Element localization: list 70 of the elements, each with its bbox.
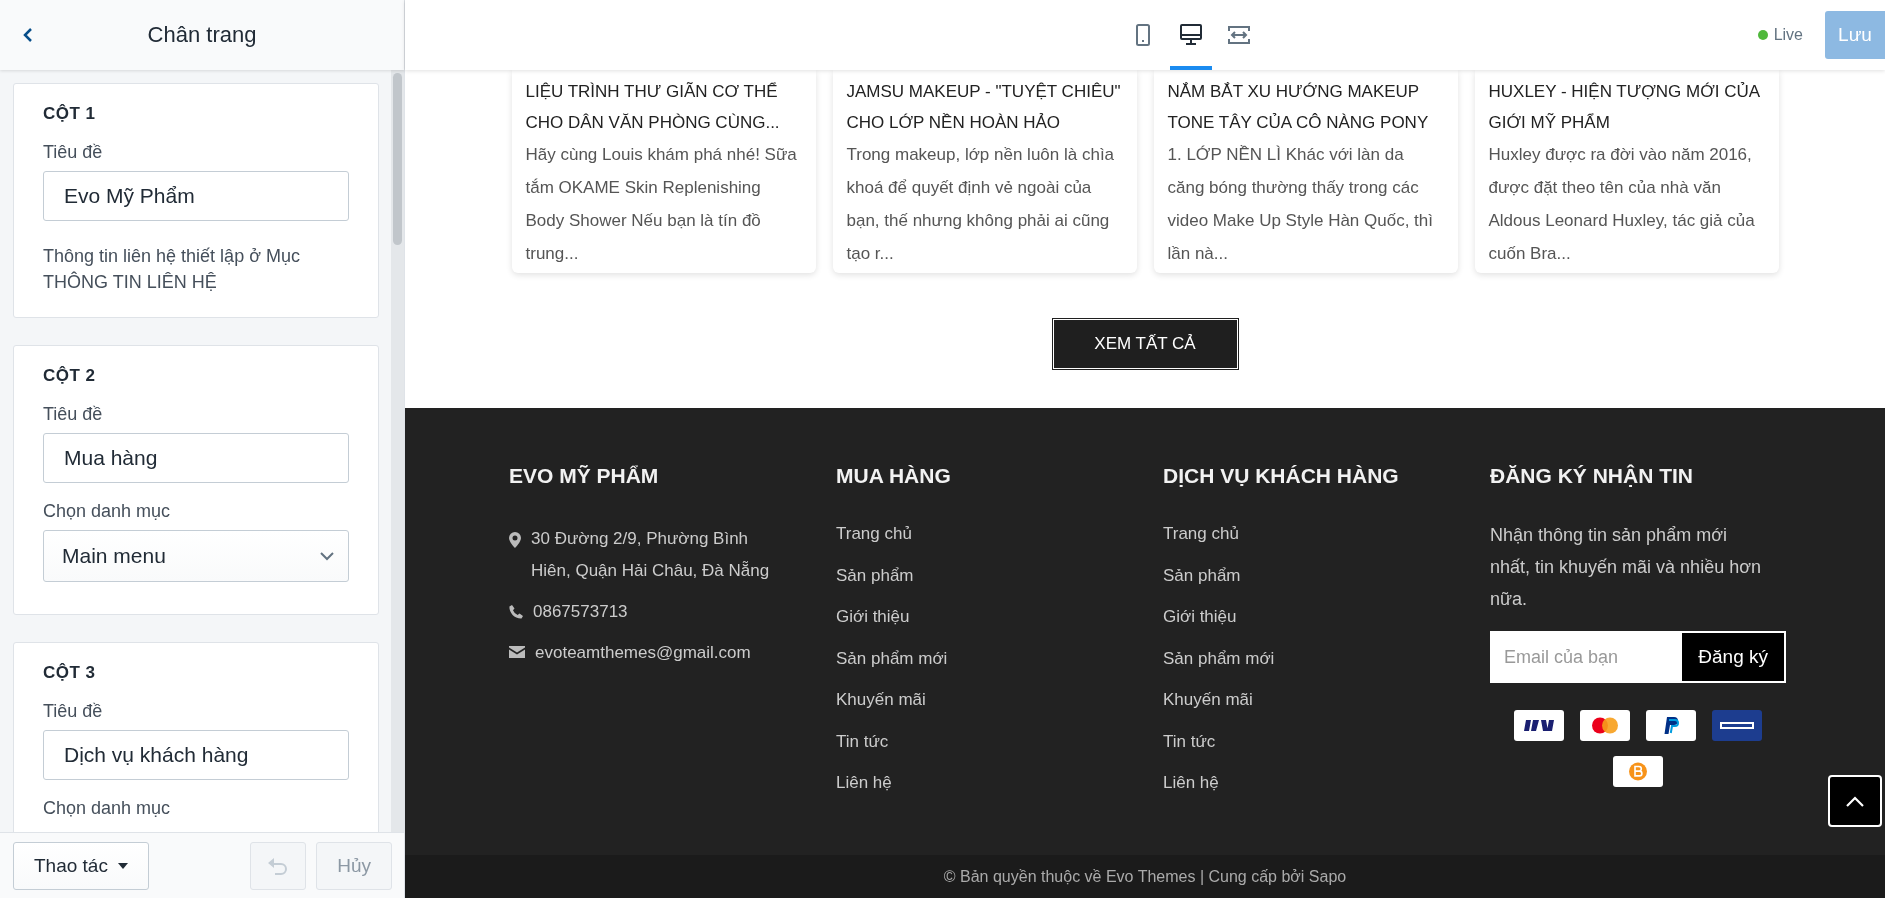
article-card[interactable]: JAMSU MAKEUP - "TUYỆT CHIÊU" CHO LỚP NỀN HOÀN HẢO Trong makeup, lớp nền luôn là chìa khoá để quyết định vẻ ngoài của bạn, thế nhưng không phải ai cũng tạo r... — [832, 70, 1137, 273]
footer-link[interactable]: Sản phẩm mới — [1163, 647, 1275, 670]
footer-link[interactable]: Liên hệ — [1163, 772, 1219, 794]
contact-text: evoteamthemes@gmail.com — [535, 642, 751, 664]
field-label: Chọn danh mục — [43, 501, 172, 522]
desktop-icon — [1180, 24, 1203, 46]
title-input[interactable]: Evo Mỹ Phẩm — [43, 171, 349, 221]
undo-icon — [267, 856, 290, 875]
title-input[interactable]: Dịch vụ khách hàng — [43, 730, 349, 780]
view-all-button[interactable]: XEM TẤT CẢ — [1052, 319, 1238, 369]
article-excerpt: Huxley được ra đời vào năm 2016, được đặt theo tên của nhà văn Aldous Leonard Huxley, tác giả của cuốn Bra... — [1488, 144, 1756, 265]
envelope-icon — [509, 646, 525, 658]
article-card[interactable]: HUXLEY - HIỆN TƯỢNG MỚI CỦA GIỚI MỸ PHẨM Huxley được ra đời vào năm 2016, được đặt theo tên của nhà văn Aldous Leonard Huxley, tác giả của cuốn Bra... — [1474, 70, 1779, 273]
footer-heading: EVO MỸ PHẨM — [509, 463, 660, 489]
card-heading: CỘT 1 — [43, 104, 97, 124]
visa-card-icon — [1514, 710, 1564, 741]
bitcoin-icon — [1613, 756, 1663, 787]
phone-icon — [509, 605, 523, 619]
panel-title: Chân trang — [146, 22, 258, 48]
article-title: HUXLEY - HIỆN TƯỢNG MỚI CỦA GIỚI MỸ PHẨM — [1488, 81, 1761, 134]
footer-link[interactable]: Giới thiệu — [836, 606, 910, 628]
footer-heading: DỊCH VỤ KHÁCH HÀNG — [1163, 463, 1400, 489]
article-title: JAMSU MAKEUP - "TUYỆT CHIÊU" CHO LỚP NỀN HOÀN HẢO — [846, 81, 1122, 134]
footer-link[interactable]: Trang chủ — [836, 523, 912, 545]
footer-link[interactable]: Trang chủ — [1163, 523, 1239, 545]
map-pin-icon — [509, 532, 521, 548]
card-heading: CỘT 3 — [43, 663, 97, 683]
footer-link[interactable]: Tin tức — [836, 730, 889, 753]
footer-heading: ĐĂNG KÝ NHẬN TIN — [1490, 463, 1694, 489]
chevron-up-icon — [1846, 795, 1864, 807]
article-card[interactable]: LIỆU TRÌNH THƯ GIÃN CƠ THỂ CHO DÂN VĂN PHÒNG CÙNG... Hãy cùng Louis khám phá nhé! Sữa tắm OKAME Skin Replenishing Body Shower Nếu bạn là tín đồ trung... — [511, 70, 816, 273]
amex-card-icon — [1712, 710, 1762, 741]
mobile-icon — [1136, 24, 1151, 46]
caret-icon — [117, 862, 128, 869]
article-excerpt: 1. LỚP NỀN LÌ Khác với làn da căng bóng thường thấy trong các video Make Up Style Hàn Quốc, thì lần nà... — [1167, 144, 1435, 265]
mastercard-icon — [1580, 710, 1630, 741]
footer-link[interactable]: Sản phẩm mới — [836, 647, 948, 670]
field-label: Tiêu đề — [43, 142, 104, 163]
actions-button[interactable]: Thao tác — [13, 841, 149, 890]
scroll-to-top-button[interactable] — [1828, 775, 1882, 827]
footer-link[interactable]: Giới thiệu — [1163, 606, 1237, 628]
chevron-down-icon — [320, 551, 334, 561]
article-excerpt: Hãy cùng Louis khám phá nhé! Sữa tắm OKAME Skin Replenishing Body Shower Nếu bạn là tín đồ trung... — [525, 144, 798, 265]
article-excerpt: Trong makeup, lớp nền luôn là chìa khoá để quyết định vẻ ngoài của bạn, thế nhưng không phải ai cũng tạo r... — [846, 144, 1116, 265]
article-title: NẮM BẮT XU HƯỚNG MAKEUP TONE TÂY CỦA CÔ NÀNG PONY — [1167, 81, 1430, 134]
footer-link[interactable]: Tin tức — [1163, 730, 1216, 753]
footer-link[interactable]: Sản phẩm — [1163, 564, 1241, 587]
contact-text: 0867573713 — [533, 601, 628, 623]
footer-link[interactable]: Khuyến mãi — [1163, 689, 1253, 711]
title-input[interactable]: Mua hàng — [43, 433, 349, 483]
footer-link[interactable]: Sản phẩm — [836, 564, 914, 587]
article-title: LIỆU TRÌNH THƯ GIÃN CƠ THỂ CHO DÂN VĂN PHÒNG CÙNG... — [525, 81, 781, 134]
menu-select[interactable]: Main menu — [43, 530, 349, 582]
help-text: Thông tin liên hệ thiết lập ở Mục THÔNG TIN LIÊN HỆ — [43, 245, 301, 294]
status-dot — [1757, 30, 1768, 40]
field-label: Tiêu đề — [43, 404, 104, 425]
newsletter-text: Nhận thông tin sản phẩm mới nhất, tin khuyến mãi và nhiều hơn nữa. — [1490, 524, 1762, 611]
status-text: Live — [1773, 26, 1803, 44]
contact-text: 30 Đường 2/9, Phường Bình Hiên, Quận Hải Châu, Đà Nẵng — [531, 528, 771, 582]
field-label: Tiêu đề — [43, 701, 104, 722]
footer-link[interactable]: Liên hệ — [836, 772, 892, 794]
footer-link[interactable]: Khuyến mãi — [836, 689, 926, 711]
footer-heading: MUA HÀNG — [836, 463, 952, 489]
copyright-text: © Bản quyền thuộc về Evo Themes | Cung cấp bởi Sapo — [943, 867, 1347, 886]
expand-width-icon — [1227, 25, 1252, 45]
card-heading: CỘT 2 — [43, 366, 97, 386]
article-card[interactable]: NẮM BẮT XU HƯỚNG MAKEUP TONE TÂY CỦA CÔ NÀNG PONY 1. LỚP NỀN LÌ Khác với làn da căng bóng thường thấy trong các video Make Up Style Hàn Quốc, thì lần nà... — [1153, 70, 1458, 273]
chevron-left-icon — [23, 27, 33, 43]
field-label: Chọn danh mục — [43, 798, 172, 819]
paypal-icon — [1646, 710, 1696, 741]
